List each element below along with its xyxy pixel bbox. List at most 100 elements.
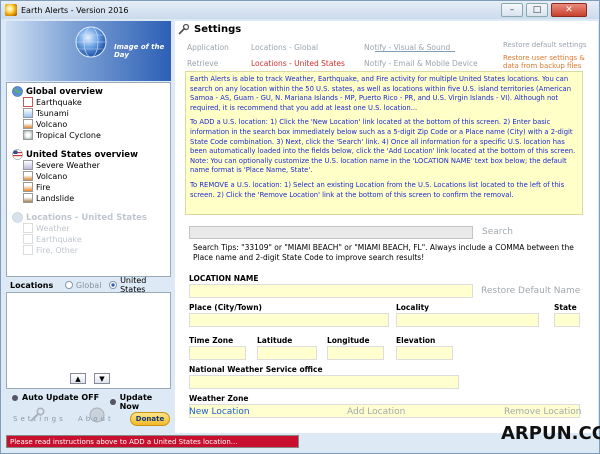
search-tips: Search Tips: "33109" or "MIAMI BEACH" or…: [193, 243, 574, 262]
weather-icon: [23, 223, 33, 233]
tree-item-tsunami[interactable]: Tsunami: [23, 108, 69, 118]
app-window: Earth Alerts - Version 2016 – □ ✕ Image …: [0, 0, 600, 454]
close-button[interactable]: ✕: [551, 3, 587, 17]
overview-tree: Global overview Earthquake Tsunami Volca…: [6, 82, 171, 277]
longitude-field[interactable]: [327, 346, 384, 360]
move-down-button[interactable]: ▼: [94, 373, 110, 384]
location-name-field[interactable]: [189, 284, 473, 298]
remove-location-button[interactable]: Remove Location: [504, 407, 581, 417]
tree-item-volcano[interactable]: Volcano: [23, 119, 67, 129]
tree-item-landslide[interactable]: Landslide: [23, 193, 74, 203]
update-row: Auto Update OFF Update Now: [6, 393, 171, 411]
tree-us-overview[interactable]: United States overview: [12, 149, 138, 160]
toggle-dot-icon: [12, 394, 18, 401]
landslide-icon: [23, 193, 33, 203]
status-bar: Please read instructions above to ADD a …: [6, 435, 299, 448]
locations-label: Locations: [10, 280, 54, 290]
tree-item-earthquake[interactable]: Earthquake: [23, 97, 82, 107]
update-dot-icon: [110, 399, 116, 405]
tree-locations-us: Locations - United States: [12, 212, 147, 223]
weather-icon: [23, 160, 33, 170]
tree-item-loc-earthquake: Earthquake: [23, 234, 82, 244]
tree-item-fire[interactable]: Fire: [23, 182, 50, 192]
latitude-label: Latitude: [257, 336, 293, 345]
earthquake-icon: [23, 97, 33, 107]
tab-locations-global[interactable]: Locations - Global: [251, 43, 318, 52]
instructions-intro: Earth Alerts is able to track Weather, E…: [190, 75, 572, 112]
settings-wrench-icon: [178, 23, 190, 35]
restore-backup-link-line1[interactable]: Restore user settings &: [503, 54, 585, 62]
tree-item-label: Earthquake: [36, 234, 82, 244]
instructions-box: Earth Alerts is able to track Weather, E…: [185, 71, 583, 215]
minimize-button[interactable]: –: [501, 3, 523, 17]
tab-retrieve[interactable]: Retrieve: [187, 59, 218, 68]
radio-global-label: Global: [75, 280, 102, 290]
elevation-field[interactable]: [396, 346, 453, 360]
settings-title: Settings: [194, 23, 242, 35]
about-link[interactable]: About: [78, 415, 114, 423]
tree-item-label: Volcano: [36, 119, 68, 129]
tree-item-label: Earthquake: [36, 97, 82, 107]
fire-icon: [23, 245, 33, 255]
tree-global-overview[interactable]: Global overview: [12, 86, 103, 97]
elevation-label: Elevation: [396, 336, 436, 345]
radio-global[interactable]: [65, 281, 73, 289]
tree-item-label: Severe Weather: [36, 160, 100, 170]
globe-icon: [75, 26, 107, 58]
tree-item-label: Fire, Other: [36, 245, 79, 255]
us-locations-list[interactable]: [6, 292, 171, 389]
time-zone-field[interactable]: [189, 346, 246, 360]
search-button[interactable]: Search: [482, 227, 513, 237]
donate-button[interactable]: Donate: [130, 412, 170, 426]
window-title: Earth Alerts - Version 2016: [21, 5, 129, 15]
update-now-label: Update Now: [119, 393, 153, 411]
restore-default-name-button[interactable]: Restore Default Name: [481, 286, 580, 296]
locality-field[interactable]: [396, 313, 539, 327]
search-input[interactable]: [189, 226, 473, 239]
tree-item-loc-weather: Weather: [23, 223, 70, 233]
locality-label: Locality: [396, 303, 430, 312]
new-location-button[interactable]: New Location: [189, 407, 250, 417]
settings-panel: Settings Application Locations - Global …: [175, 21, 598, 433]
volcano-icon: [23, 171, 33, 181]
state-field[interactable]: [554, 313, 580, 327]
radio-united-states[interactable]: [109, 281, 118, 289]
add-location-button[interactable]: Add Location: [347, 407, 405, 417]
us-flag-icon: [12, 149, 23, 160]
weather-zone-label: Weather Zone: [189, 394, 249, 403]
instructions-remove: To REMOVE a U.S. location: 1) Select an …: [190, 180, 565, 199]
maximize-button[interactable]: □: [526, 3, 548, 17]
time-zone-label: Time Zone: [189, 336, 234, 345]
tree-item-us-volcano[interactable]: Volcano: [23, 171, 67, 181]
settings-header: Settings: [177, 21, 241, 37]
move-up-button[interactable]: ▲: [70, 373, 86, 384]
fire-icon: [23, 182, 33, 192]
restore-backup-link-line2[interactable]: data from backup files: [503, 62, 581, 70]
latitude-field[interactable]: [257, 346, 317, 360]
tab-locations-us[interactable]: Locations - United States: [251, 59, 345, 68]
tab-application[interactable]: Application: [187, 43, 229, 52]
tree-item-severe-weather[interactable]: Severe Weather: [23, 160, 100, 170]
tree-item-label: Fire: [36, 182, 51, 192]
tree-global-label: Global overview: [26, 86, 103, 97]
wrench-icon: [30, 407, 45, 422]
image-of-the-day-banner[interactable]: Image of the Day: [6, 21, 171, 81]
auto-update-toggle[interactable]: Auto Update OFF: [12, 393, 99, 402]
instructions-add: To ADD a U.S. location: 1) Click the 'Ne…: [190, 118, 576, 175]
title-bar[interactable]: Earth Alerts - Version 2016 – □ ✕: [1, 1, 599, 19]
app-icon: [5, 4, 17, 16]
globe-icon: [12, 86, 23, 97]
tab-notify-email[interactable]: Notify - Email & Mobile Device: [364, 59, 478, 68]
restore-defaults-link[interactable]: Restore default settings: [503, 41, 587, 49]
update-now-button[interactable]: Update Now: [110, 393, 171, 411]
cyclone-icon: [23, 130, 33, 140]
globe-icon: [12, 212, 23, 223]
tree-item-label: Landslide: [36, 193, 75, 203]
tree-us-label: United States overview: [26, 149, 138, 160]
watermark: ARPUN.COM: [501, 423, 600, 444]
tree-item-tropical-cyclone[interactable]: Tropical Cyclone: [23, 130, 101, 140]
banner-caption: Image of the Day: [114, 43, 165, 59]
tree-item-label: Tsunami: [36, 108, 69, 118]
nws-office-field[interactable]: [189, 375, 459, 389]
place-field[interactable]: [189, 313, 389, 327]
